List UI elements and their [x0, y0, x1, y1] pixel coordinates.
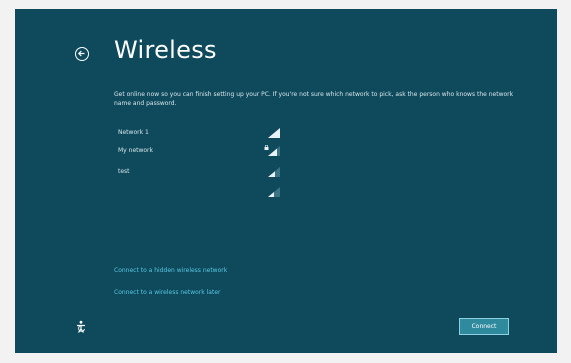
ease-of-access-icon[interactable]	[75, 320, 89, 334]
connect-later-link[interactable]: Connect to a wireless network later	[114, 289, 220, 296]
network-name: My network	[118, 147, 154, 154]
wifi-signal-icon	[268, 187, 280, 197]
network-item-network-1[interactable]: Network 1	[114, 127, 282, 141]
network-item-unnamed[interactable]	[114, 186, 282, 200]
network-item-my-network[interactable]: My network	[114, 145, 282, 159]
page-description: Get online now so you can finish setting…	[114, 91, 514, 107]
connect-button[interactable]: Connect	[459, 318, 509, 335]
page-title: Wireless	[114, 36, 217, 64]
back-button[interactable]	[75, 47, 89, 61]
network-item-test[interactable]: test	[114, 166, 282, 180]
wifi-signal-icon	[268, 128, 280, 138]
network-name: test	[118, 168, 130, 175]
connect-hidden-network-link[interactable]: Connect to a hidden wireless network	[114, 267, 227, 274]
wifi-signal-icon	[268, 146, 280, 156]
network-name: Network 1	[118, 129, 149, 136]
lock-icon	[264, 145, 269, 150]
setup-screen: Wireless Get online now so you can finis…	[15, 9, 557, 353]
wifi-signal-icon	[268, 167, 280, 177]
back-arrow-icon	[77, 50, 85, 57]
